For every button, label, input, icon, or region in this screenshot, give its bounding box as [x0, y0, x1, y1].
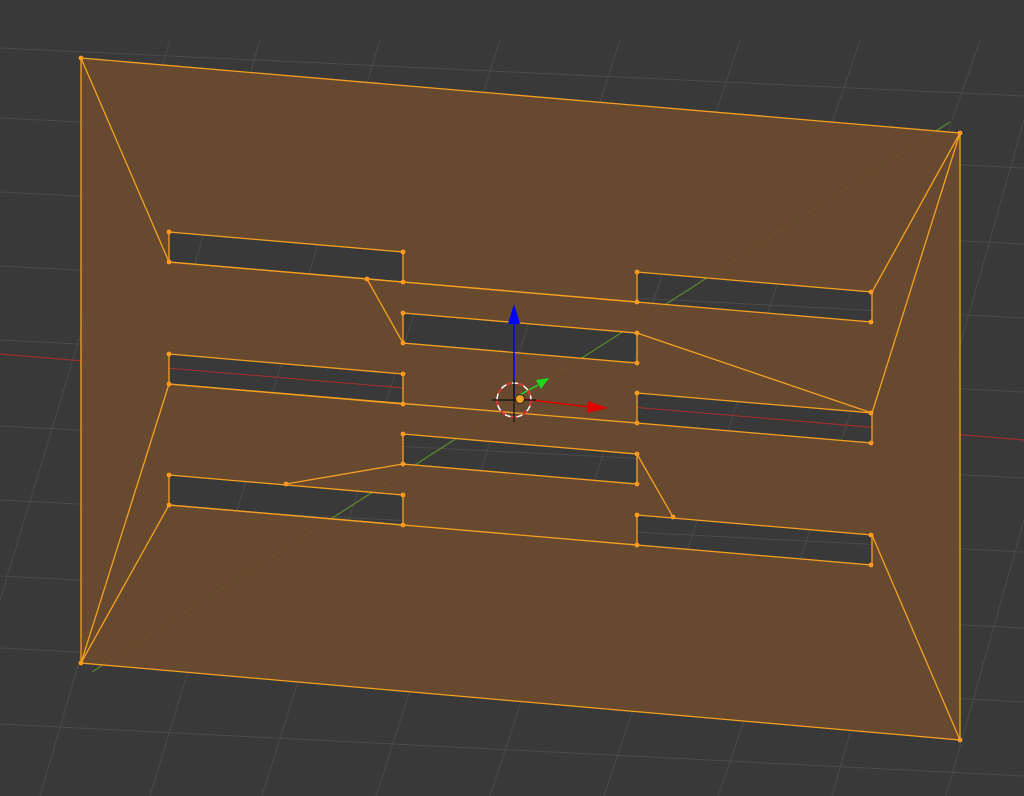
mesh-vertex[interactable]	[400, 340, 406, 346]
mesh-vertex[interactable]	[634, 360, 640, 366]
mesh-vertex[interactable]	[868, 410, 874, 416]
mesh-vertex[interactable]	[868, 562, 874, 568]
mesh-vertex[interactable]	[634, 390, 640, 396]
mesh-vertex[interactable]	[957, 130, 963, 136]
mesh-vertex[interactable]	[166, 472, 172, 478]
mesh-vertex[interactable]	[957, 737, 963, 743]
mesh-vertex[interactable]	[634, 420, 640, 426]
mesh-vertex[interactable]	[166, 351, 172, 357]
mesh-vertex[interactable]	[400, 279, 406, 285]
mesh-vertex[interactable]	[868, 532, 874, 538]
mesh-vertex[interactable]	[634, 512, 640, 518]
mesh-vertex[interactable]	[868, 319, 874, 325]
mesh-vertex[interactable]	[634, 542, 640, 548]
mesh-vertex[interactable]	[400, 492, 406, 498]
mesh-vertex[interactable]	[400, 401, 406, 407]
mesh-vertex[interactable]	[283, 481, 289, 487]
mesh-vertex[interactable]	[166, 381, 172, 387]
mesh-vertex[interactable]	[400, 310, 406, 316]
mesh-vertex[interactable]	[78, 55, 84, 61]
mesh-vertex[interactable]	[634, 451, 640, 457]
mesh-vertex[interactable]	[868, 440, 874, 446]
mesh-vertex[interactable]	[670, 514, 676, 520]
mesh-vertex[interactable]	[634, 269, 640, 275]
mesh-vertex[interactable]	[868, 289, 874, 295]
mesh-vertex[interactable]	[400, 461, 406, 467]
mesh-vertex[interactable]	[400, 522, 406, 528]
mesh-vertex[interactable]	[364, 276, 370, 282]
mesh-vertex[interactable]	[634, 481, 640, 487]
mesh-vertex[interactable]	[634, 330, 640, 336]
mesh-vertex[interactable]	[400, 249, 406, 255]
mesh-vertex[interactable]	[166, 259, 172, 265]
3d-viewport[interactable]	[0, 0, 1024, 796]
mesh-vertex[interactable]	[166, 229, 172, 235]
mesh-vertex[interactable]	[166, 502, 172, 508]
mesh-vertex[interactable]	[634, 299, 640, 305]
object-origin-icon[interactable]	[515, 394, 525, 404]
mesh-vertex[interactable]	[400, 431, 406, 437]
mesh-vertex[interactable]	[400, 371, 406, 377]
mesh-vertex[interactable]	[78, 660, 84, 666]
